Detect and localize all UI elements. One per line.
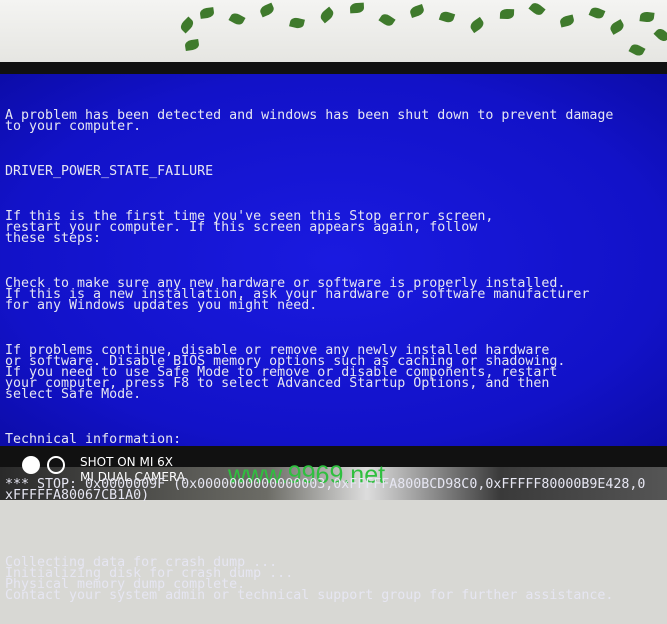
blue-screen-text: A problem has been detected and windows … [5, 88, 645, 624]
first-time-instructions: If this is the first time you've seen th… [5, 209, 494, 246]
stop-code: *** STOP: 0x0000009F (0x0000000000000003… [5, 477, 646, 503]
technical-information-heading: Technical information: [5, 432, 182, 447]
crash-dump-status: Collecting data for crash dump ... Initi… [5, 555, 614, 603]
problems-continue-instructions: If problems continue, disable or remove … [5, 343, 566, 402]
intro-text: A problem has been detected and windows … [5, 108, 614, 134]
error-code-name: DRIVER_POWER_STATE_FAILURE [5, 164, 214, 179]
check-hardware-instructions: Check to make sure any new hardware or s… [5, 276, 590, 313]
